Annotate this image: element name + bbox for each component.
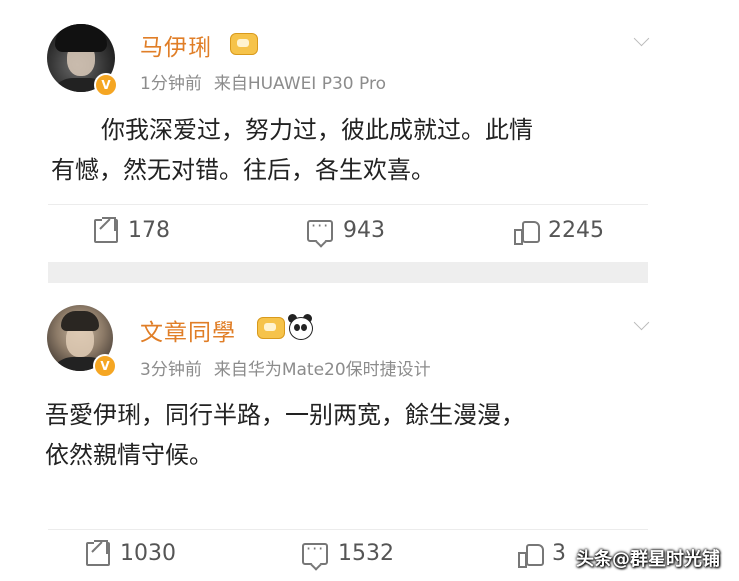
divider xyxy=(48,529,648,530)
crown-icon xyxy=(257,317,285,339)
content-line: 依然親情守候。 xyxy=(45,441,213,469)
chevron-down-icon[interactable] xyxy=(633,314,650,331)
like-count: 3 xyxy=(552,541,566,566)
post-meta: 3分钟前 来自华为Mate20保时捷设计 xyxy=(140,355,431,380)
repost-button[interactable]: 1030 xyxy=(86,539,176,566)
post-source[interactable]: 来自华为Mate20保时捷设计 xyxy=(214,360,431,380)
post-content: 吾愛伊琍，同行半路，一别两宽，餘生漫漫， 依然親情守候。 xyxy=(45,395,525,475)
repost-count: 1030 xyxy=(120,541,176,566)
comment-button[interactable]: 1532 xyxy=(302,539,394,566)
watermark: 头条@群星时光铺 xyxy=(576,549,720,570)
panda-icon xyxy=(287,314,313,340)
like-button[interactable]: 3 xyxy=(518,541,566,568)
weibo-post: V 文章同學 3分钟前 来自华为Mate20保时捷设计 吾愛伊琍，同行半路，一别两… xyxy=(0,0,739,568)
username[interactable]: 文章同學 xyxy=(140,313,236,347)
post-time: 3分钟前 xyxy=(140,360,202,380)
comment-count: 1532 xyxy=(338,541,394,566)
like-icon xyxy=(518,543,544,568)
content-line: 吾愛伊琍，同行半路，一别两宽，餘生漫漫， xyxy=(45,401,525,429)
share-icon xyxy=(86,539,110,566)
comment-icon xyxy=(302,539,328,565)
verified-badge: V xyxy=(93,354,117,378)
